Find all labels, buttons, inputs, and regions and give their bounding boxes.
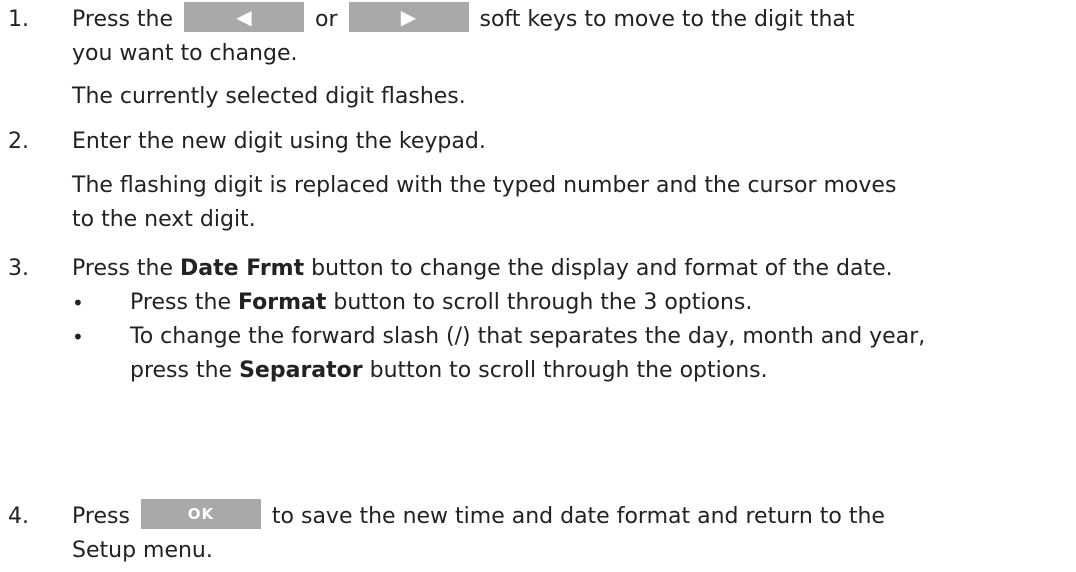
step-number: 3. — [8, 256, 29, 281]
step-text: press the — [130, 358, 240, 383]
step-number: 1. — [8, 7, 29, 32]
button-name: Date Frmt — [180, 256, 305, 281]
step-note: The currently selected digit flashes. — [72, 84, 466, 109]
step-text: To change the forward slash (/) that sep… — [130, 324, 926, 349]
step-line: press the Separator button to scroll thr… — [130, 354, 1076, 388]
right-softkey-image: ▶ — [348, 2, 469, 32]
button-name: Format — [238, 290, 327, 315]
step-note: The flashing digit is replaced with the … — [72, 173, 897, 198]
step-text: soft keys to move to the digit that — [472, 7, 855, 32]
step-text: to save the new time and date format and… — [264, 504, 885, 529]
left-triangle-icon: ◀ — [236, 5, 252, 29]
step-text: button to change the display and format … — [304, 256, 893, 281]
step-text: Press the — [72, 7, 180, 32]
bullet-text: Press the Format button to scroll throug… — [130, 286, 1076, 320]
step-content: Press the ◀ or ▶ soft keys to move to th… — [72, 2, 1076, 114]
step-note: to the next digit. — [72, 207, 256, 232]
step-text: Press — [72, 504, 137, 529]
step-text: Press the — [130, 290, 238, 315]
instructions-page: 1. Press the ◀ or ▶ soft keys to move to… — [0, 0, 1076, 572]
right-triangle-icon: ▶ — [400, 5, 417, 29]
ok-key-label: OK — [187, 504, 215, 523]
bullet-text: To change the forward slash (/) that sep… — [130, 320, 1076, 388]
step-content: Press OK to save the new time and date f… — [72, 499, 1076, 568]
step-text: Press the — [72, 256, 180, 281]
step-text: button to scroll through the options. — [362, 358, 768, 383]
bullet-icon: • — [72, 325, 84, 349]
step-content: Enter the new digit using the keypad. Th… — [72, 125, 1076, 237]
bullet-icon: • — [72, 291, 84, 315]
left-softkey-image: ◀ — [184, 2, 304, 32]
step-line: Press the Date Frmt button to change the… — [72, 252, 1076, 286]
step-text: or — [308, 7, 345, 32]
step-text: button to scroll through the 3 options. — [326, 290, 753, 315]
step-text: Enter the new digit using the keypad. — [72, 129, 486, 154]
ok-softkey-image: OK — [140, 499, 261, 529]
step-line: Press OK to save the new time and date f… — [72, 499, 1076, 534]
button-name: Separator — [239, 358, 363, 383]
step-text: Setup menu. — [72, 538, 213, 563]
step-text: you want to change. — [72, 41, 298, 66]
step-content: Press the Date Frmt button to change the… — [72, 252, 1076, 286]
step-line: Press the ◀ or ▶ soft keys to move to th… — [72, 2, 1076, 37]
step-number: 4. — [8, 504, 29, 529]
step-number: 2. — [8, 129, 29, 154]
